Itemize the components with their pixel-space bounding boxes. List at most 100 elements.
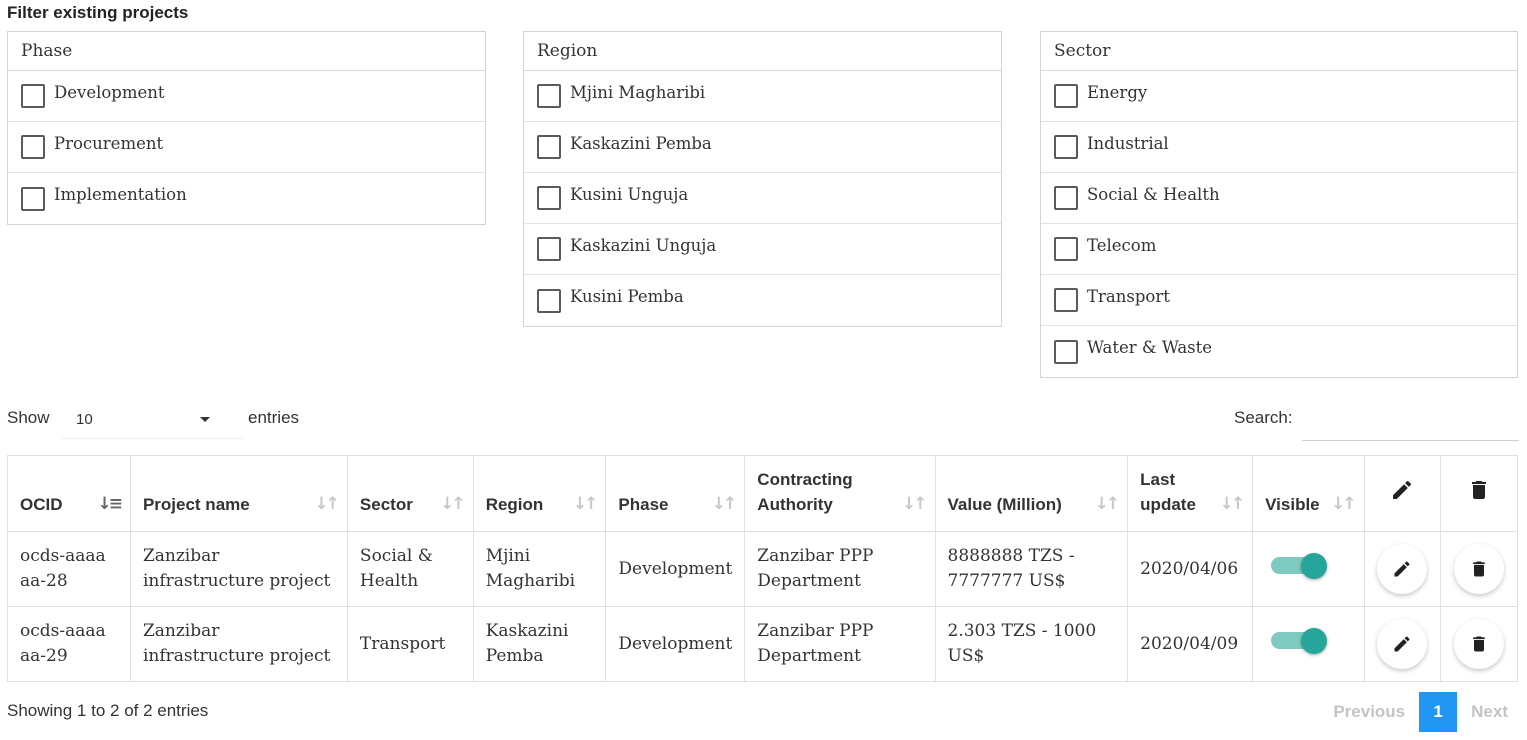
region-option-kaskazini-pemba[interactable]: Kaskazini Pemba	[524, 122, 1001, 173]
column-label: Visible	[1265, 495, 1320, 514]
authority-value: Zanzibar PPP Department	[757, 621, 874, 666]
column-label: Project name	[142, 495, 250, 514]
trash-icon	[1472, 481, 1487, 499]
checkbox[interactable]	[21, 84, 45, 108]
phase-option-development[interactable]: Development	[8, 71, 485, 122]
visible-toggle[interactable]	[1271, 628, 1328, 654]
previous-button[interactable]: Previous	[1321, 692, 1417, 732]
column-header-contracting-authority[interactable]: Contracting Authority ↓↑	[744, 455, 936, 532]
edit-button[interactable]	[1377, 619, 1428, 669]
cell-value: 8888888 TZS - 7777777 US$	[934, 531, 1129, 607]
sort-arrows-icon: ↓↑	[902, 494, 927, 514]
phase-option-implementation[interactable]: Implementation	[8, 173, 485, 224]
checkbox[interactable]	[1054, 339, 1078, 364]
toggle-knob	[1301, 628, 1328, 654]
region-option-kaskazini-unguja[interactable]: Kaskazini Unguja	[524, 224, 1001, 275]
search-input[interactable]	[1302, 401, 1519, 441]
option-label: Kaskazini Unguja	[570, 235, 717, 255]
trash-icon	[1473, 636, 1485, 652]
checkbox[interactable]	[537, 186, 561, 210]
sector-option-telecom[interactable]: Telecom	[1041, 224, 1517, 275]
pencil-icon	[1394, 561, 1410, 577]
next-button[interactable]: Next	[1459, 692, 1520, 732]
cell-region: Kaskazini Pemba	[472, 606, 607, 682]
region-filter: Region Mjini Magharibi Kaskazini Pemba K…	[523, 31, 1002, 327]
checkbox[interactable]	[537, 135, 561, 159]
value-value: 8888888 TZS - 7777777 US$	[947, 546, 1075, 591]
trash-icon	[1473, 561, 1485, 577]
sector-option-social-health[interactable]: Social & Health	[1041, 173, 1517, 224]
region-option-kusini-unguja[interactable]: Kusini Unguja	[524, 173, 1001, 224]
column-label: Sector	[359, 495, 413, 514]
checkbox[interactable]	[1054, 288, 1078, 312]
checkbox[interactable]	[21, 135, 45, 159]
column-label: Contracting Authority	[757, 470, 853, 514]
option-label: Energy	[1087, 82, 1148, 102]
checkbox[interactable]	[537, 237, 561, 261]
checkbox[interactable]	[1054, 186, 1078, 210]
sector-filter: Sector Energy Industrial Social & Health…	[1040, 31, 1518, 378]
visible-toggle[interactable]	[1271, 553, 1328, 579]
checkbox[interactable]	[1054, 135, 1078, 159]
cell-sector: Transport	[346, 606, 474, 682]
column-header-region[interactable]: Region ↓↑	[472, 455, 607, 532]
option-label: Industrial	[1087, 133, 1169, 153]
option-label: Social & Health	[1087, 184, 1220, 204]
ocid-value: ocds-aaaaaa-29	[20, 621, 106, 666]
column-header-sector[interactable]: Sector ↓↑	[346, 455, 474, 532]
cell-sector: Social & Health	[346, 531, 474, 607]
sort-desc-icon: ↓≡	[97, 494, 122, 514]
table-info: Showing 1 to 2 of 2 entries	[7, 701, 209, 720]
column-header-value[interactable]: Value (Million) ↓↑	[934, 455, 1129, 532]
cell-project-name: Zanzibar infrastructure project	[129, 531, 348, 607]
sort-arrows-icon: ↓↑	[1219, 494, 1245, 514]
sort-arrows-icon: ↓↑	[572, 494, 598, 514]
filter-title: Filter existing projects	[7, 3, 189, 22]
edit-button[interactable]	[1377, 544, 1428, 594]
pencil-icon	[1394, 636, 1410, 652]
sector-option-water-waste[interactable]: Water & Waste	[1041, 326, 1517, 377]
phase-option-procurement[interactable]: Procurement	[8, 122, 485, 173]
entries-label: entries	[248, 408, 300, 427]
show-label: Show	[7, 408, 50, 427]
search-label: Search:	[1234, 408, 1293, 427]
region-option-mjini-magharibi[interactable]: Mjini Magharibi	[524, 71, 1001, 122]
entries-length-value: 10	[76, 411, 93, 428]
checkbox[interactable]	[1054, 84, 1078, 108]
column-header-visible[interactable]: Visible ↓↑	[1252, 455, 1365, 532]
cell-visible	[1252, 531, 1365, 607]
column-label: Region	[485, 495, 544, 514]
page-button-1[interactable]: 1	[1419, 692, 1458, 732]
table-row: ocds-aaaaaa-29 Zanzibar infrastructure p…	[7, 606, 1518, 682]
region-filter-header: Region	[524, 32, 1001, 71]
column-header-phase[interactable]: Phase ↓↑	[605, 455, 746, 532]
entries-length-select[interactable]: 10	[62, 401, 242, 439]
column-header-last-update[interactable]: Last update ↓↑	[1127, 455, 1254, 532]
project-name-value: Zanzibar infrastructure project	[142, 546, 331, 591]
checkbox[interactable]	[21, 186, 45, 211]
cell-region: Mjini Magharibi	[472, 531, 607, 607]
toggle-knob	[1301, 553, 1328, 579]
region-value: Mjini Magharibi	[485, 546, 576, 591]
region-option-kusini-pemba[interactable]: Kusini Pemba	[524, 275, 1001, 326]
option-label: Telecom	[1087, 235, 1157, 255]
checkbox[interactable]	[537, 288, 561, 313]
option-label: Kusini Pemba	[570, 287, 684, 306]
checkbox[interactable]	[537, 84, 561, 108]
sector-option-transport[interactable]: Transport	[1041, 275, 1517, 326]
column-label: Last update	[1140, 470, 1196, 514]
option-label: Procurement	[54, 133, 164, 153]
delete-button[interactable]	[1454, 619, 1505, 669]
sector-option-energy[interactable]: Energy	[1041, 71, 1517, 122]
column-header-ocid[interactable]: OCID ↓≡	[7, 455, 131, 532]
projects-table: OCID ↓≡ Project name ↓↑ Sector ↓↑ Region ↓↑ …	[7, 455, 1518, 682]
sector-option-industrial[interactable]: Industrial	[1041, 122, 1517, 173]
checkbox[interactable]	[1054, 237, 1078, 261]
sort-arrows-icon: ↓↑	[1331, 494, 1356, 514]
pagination: Previous 1 Next	[1321, 692, 1520, 732]
delete-button[interactable]	[1454, 544, 1505, 594]
column-header-project-name[interactable]: Project name ↓↑	[129, 455, 348, 532]
cell-edit	[1363, 531, 1442, 607]
cell-phase: Development	[605, 606, 746, 682]
sector-filter-header: Sector	[1041, 32, 1517, 71]
